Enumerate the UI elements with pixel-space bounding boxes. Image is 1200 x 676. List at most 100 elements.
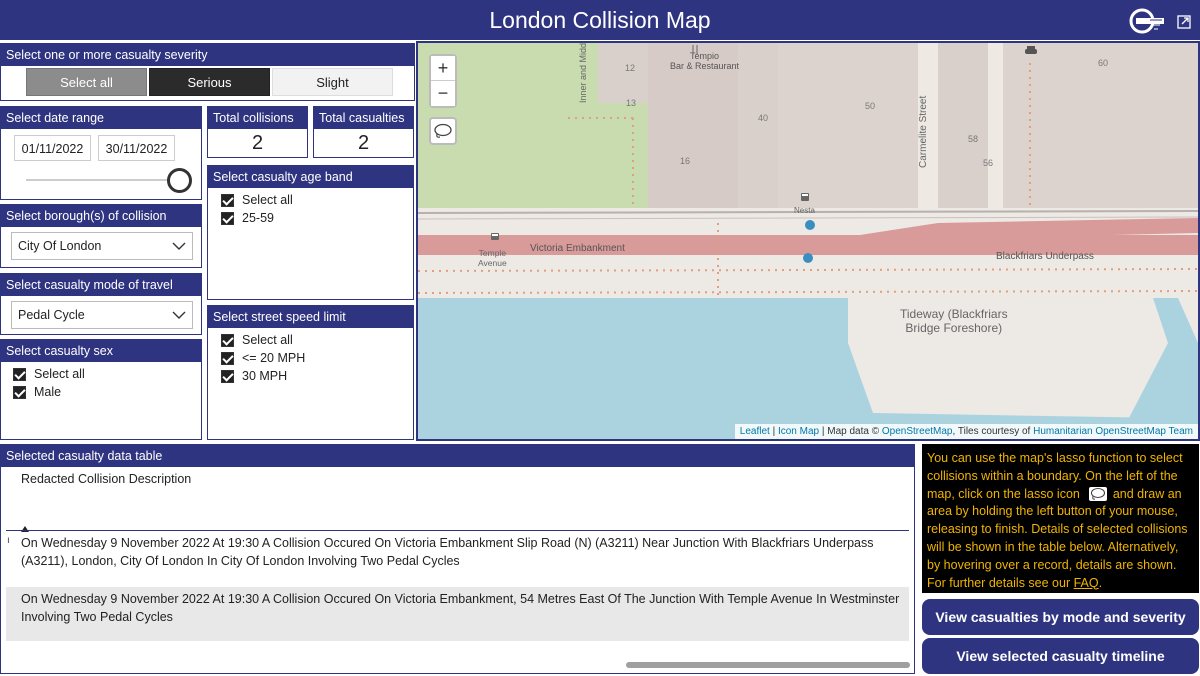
sex-select-all-checkbox[interactable]: Select all [13,365,85,383]
borough-dropdown[interactable]: City Of London [11,232,193,260]
map-label-60: 60 [1098,58,1109,68]
map-label-13: 13 [626,98,637,108]
mode-slicer: Select casualty mode of travel Pedal Cyc… [0,273,202,335]
age-band-header: Select casualty age band [208,166,413,188]
mode-header: Select casualty mode of travel [1,274,201,296]
map-label-56: 56 [983,158,994,168]
hot-link[interactable]: Humanitarian OpenStreetMap Team [1033,426,1193,437]
checkbox-icon [221,351,234,365]
end-date-input[interactable]: 30/11/2022 [98,135,175,161]
mode-value: Pedal Cycle [18,308,85,322]
map-canvas[interactable] [418,43,1198,439]
date-range-header: Select date range [1,107,201,129]
checkbox-label: Select all [242,193,293,207]
collision-marker [805,220,815,230]
map-label-blackfriars-underpass: Blackfriars Underpass [996,251,1094,262]
lasso-button[interactable] [429,117,457,145]
attribution-text: | Map data © [819,426,882,437]
row-description: On Wednesday 9 November 2022 At 19:30 A … [21,592,900,624]
total-casualties-card: Total casualties 2 [313,106,414,158]
borough-value: City Of London [18,239,102,253]
borough-header: Select borough(s) of collision [1,205,201,227]
horizontal-scrollbar[interactable] [626,662,910,668]
age-band-slicer: Select casualty age band Select all 25-5… [207,165,414,300]
speed-20mph-checkbox[interactable]: <= 20 MPH [221,349,305,367]
checkbox-label: Select all [242,333,293,347]
casualty-data-table: Selected casualty data table Redacted Co… [0,444,915,674]
speed-limit-header: Select street speed limit [208,306,413,328]
total-casualties-label: Total casualties [314,107,413,129]
speed-select-all-checkbox[interactable]: Select all [221,331,305,349]
total-casualties-value: 2 [357,132,370,154]
map-container[interactable]: Tempio Bar & Restaurant 12 13 16 40 50 5… [416,41,1200,441]
sex-male-checkbox[interactable]: Male [13,383,85,401]
bus-stop-icon [490,230,500,240]
total-collisions-value: 2 [251,132,264,154]
map-label-inner-middle-temples: Inner and Middle Temples [578,41,588,103]
speed-30mph-checkbox[interactable]: 30 MPH [221,367,305,385]
chevron-down-icon [172,242,186,250]
table-header: Selected casualty data table [1,445,914,467]
map-label-58: 58 [968,134,979,144]
leaflet-link[interactable]: Leaflet [740,426,770,437]
zoom-in-button[interactable]: + [431,56,455,81]
zoom-out-button[interactable]: − [431,81,455,106]
checkbox-label: Select all [34,367,85,381]
date-slider-track[interactable] [26,179,181,181]
map-label-tempio: Tempio Bar & Restaurant [670,51,740,71]
lasso-help-box: You can use the map's lasso function to … [922,444,1199,593]
checkbox-label: Male [34,385,62,399]
checkbox-icon [221,333,234,347]
sex-header: Select casualty sex [1,340,201,362]
mode-dropdown[interactable]: Pedal Cycle [11,301,193,329]
view-timeline-button[interactable]: View selected casualty timeline [922,638,1199,674]
map-label-tideway: Tideway (Blackfriars Bridge Foreshore) [900,307,1008,335]
checkbox-icon [221,211,234,225]
attribution-separator: | [769,426,778,437]
map-label-temple-avenue: Temple Avenue [478,248,507,268]
table-row[interactable]: ı On Wednesday 9 November 2022 At 19:30 … [6,534,909,574]
checkbox-icon [13,367,26,381]
column-header-description[interactable]: Redacted Collision Description [21,472,191,486]
map-label-12: 12 [625,63,636,73]
severity-slight-button[interactable]: Slight [272,68,393,96]
map-label-nesta: Nesta [794,206,815,215]
sort-ascending-icon[interactable] [20,521,30,532]
help-lasso-icon [1089,487,1108,502]
collision-marker [803,253,813,263]
checkbox-label: <= 20 MPH [242,351,306,365]
severity-select-all-button[interactable]: Select all [26,68,147,96]
date-slider-handle[interactable] [167,168,192,193]
car-icon [1024,45,1038,57]
start-date-input[interactable]: 01/11/2022 [14,135,91,161]
map-label-16: 16 [680,156,691,166]
view-mode-severity-button[interactable]: View casualties by mode and severity [922,599,1199,635]
age-select-all-checkbox[interactable]: Select all [221,191,293,209]
filter-toggle-icon[interactable] [1128,8,1170,34]
total-collisions-card: Total collisions 2 [207,106,308,158]
severity-serious-button[interactable]: Serious [149,68,270,96]
map-label-carmelite-street: Carmelite Street [918,95,929,168]
faq-link[interactable]: FAQ [1074,576,1099,590]
tram-stop-icon [799,191,811,203]
help-text: . [1098,575,1103,590]
checkbox-label: 25-59 [242,211,274,225]
checkbox-label: 30 MPH [242,369,288,383]
help-text: and draw an area by holding the left but… [927,486,1188,590]
borough-slicer: Select borough(s) of collision City Of L… [0,204,202,268]
icon-map-link[interactable]: Icon Map [778,426,819,437]
total-collisions-label: Total collisions [208,107,307,129]
expand-icon[interactable] [1176,14,1192,30]
map-zoom-control: + − [429,54,457,108]
speed-limit-slicer: Select street speed limit Select all <= … [207,305,414,440]
severity-slicer: Select one or more casualty severity Sel… [0,43,415,101]
table-header-divider [6,530,909,531]
severity-header: Select one or more casualty severity [1,44,414,66]
age-25-59-checkbox[interactable]: 25-59 [221,209,293,227]
openstreetmap-link[interactable]: OpenStreetMap [882,426,953,437]
row-indicator: ı [7,535,10,546]
table-row[interactable]: On Wednesday 9 November 2022 At 19:30 A … [6,587,909,641]
map-label-50: 50 [865,101,876,111]
lasso-icon [434,123,452,138]
checkbox-icon [221,369,234,383]
